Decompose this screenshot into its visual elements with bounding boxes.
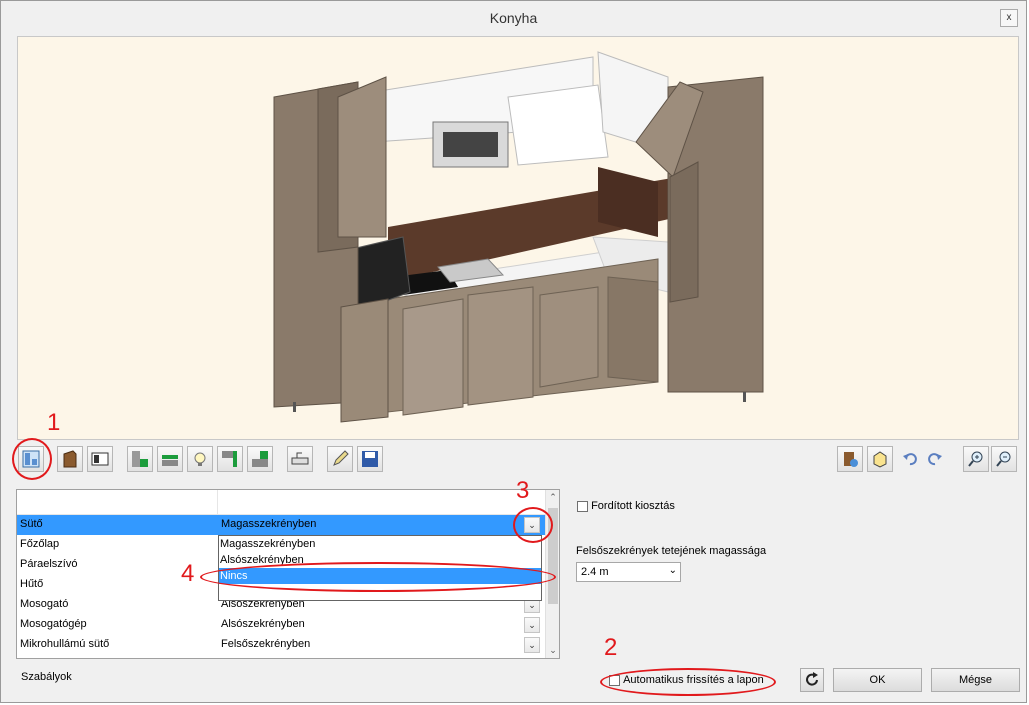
lower-door-1 xyxy=(402,298,464,416)
table-row-dishwasher[interactable]: Mosogatógép Alsószekrényben ⌄ xyxy=(17,615,545,635)
chevron-down-icon[interactable]: ⌄ xyxy=(524,637,540,653)
worktop-icon[interactable] xyxy=(127,446,153,472)
dropdown-option[interactable]: Magasszekrényben xyxy=(219,536,541,552)
undo-icon[interactable] xyxy=(897,446,923,472)
lower-door-3 xyxy=(539,286,599,388)
microwave-window xyxy=(443,132,498,157)
annotation-label: 3 xyxy=(516,477,530,504)
upper-height-value: 2.4 m xyxy=(581,566,609,578)
row-name: Hűtő xyxy=(20,578,44,590)
tall-cabinet-right-shelves xyxy=(669,161,699,303)
lower-door-corner xyxy=(607,276,659,383)
corner-panel-icon[interactable] xyxy=(217,446,243,472)
row-name: Sütő xyxy=(20,518,43,530)
cabinet-foot xyxy=(293,402,296,412)
light-icon[interactable] xyxy=(187,446,213,472)
annotation-ring xyxy=(513,507,553,543)
lower-door-2 xyxy=(467,286,534,406)
row-name: Főzőlap xyxy=(20,538,60,550)
annotation-label: 1 xyxy=(47,409,61,436)
scroll-up-icon[interactable]: ⌃ xyxy=(546,492,559,503)
table-header xyxy=(17,490,545,515)
pencil-icon[interactable] xyxy=(327,446,353,472)
row-value: Felsőszekrényben xyxy=(221,638,311,650)
sink-icon[interactable] xyxy=(287,446,313,472)
reverse-layout-checkbox[interactable] xyxy=(577,500,588,512)
reverse-layout-option[interactable]: Fordított kiosztás xyxy=(577,500,675,512)
scroll-down-icon[interactable]: ⌄ xyxy=(546,645,559,656)
annotation-label: 2 xyxy=(604,634,618,661)
tall-cabinet-left-door xyxy=(337,76,387,238)
l-panel-icon[interactable] xyxy=(247,446,273,472)
refresh-icon xyxy=(806,672,818,686)
annotation-ring xyxy=(12,438,52,480)
ok-button[interactable]: OK xyxy=(833,668,922,692)
annotation-label: 4 xyxy=(181,560,195,587)
row-name: Páraelszívó xyxy=(20,558,78,570)
kitchen-3d-preview[interactable] xyxy=(17,36,1019,440)
table-row-microwave[interactable]: Mikrohullámú sütő Felsőszekrényben ⌄ xyxy=(17,635,545,655)
plinth-icon[interactable] xyxy=(157,446,183,472)
table-row-oven[interactable]: Sütő Magasszekrényben ⌄ xyxy=(17,515,545,535)
toolbar xyxy=(15,444,1020,476)
front-panel-icon[interactable] xyxy=(87,446,113,472)
annotation-ring xyxy=(600,668,776,696)
zoom-out-icon[interactable] xyxy=(991,446,1017,472)
chevron-down-icon: ⌄ xyxy=(668,565,677,576)
row-name: Mosogatógép xyxy=(20,618,87,630)
upper-height-label: Felsőszekrények tetejének magassága xyxy=(576,545,767,557)
row-value: Magasszekrényben xyxy=(221,518,317,530)
furniture-edit-icon[interactable] xyxy=(837,446,863,472)
reverse-layout-label: Fordított kiosztás xyxy=(591,500,675,513)
cabinet-icon[interactable] xyxy=(57,446,83,472)
refresh-button[interactable] xyxy=(800,668,824,692)
title-bar: Konyha x xyxy=(1,1,1026,33)
cancel-button[interactable]: Mégse xyxy=(931,668,1020,692)
rules-label: Szabályok xyxy=(21,671,72,683)
zoom-in-icon[interactable] xyxy=(963,446,989,472)
box-view-icon[interactable] xyxy=(867,446,893,472)
chevron-down-icon[interactable]: ⌄ xyxy=(524,617,540,633)
save-icon[interactable] xyxy=(357,446,383,472)
window-title: Konyha xyxy=(489,10,538,26)
row-name: Mosogató xyxy=(20,598,69,610)
close-button[interactable]: x xyxy=(1000,9,1018,27)
annotation-ring xyxy=(200,562,556,592)
row-name: Mikrohullámú sütő xyxy=(20,638,110,650)
tall-cabinet-left-lower-door xyxy=(340,298,389,423)
row-value: Alsószekrényben xyxy=(221,618,305,630)
kitchen-render xyxy=(273,51,764,423)
upper-flap-door xyxy=(507,84,609,166)
upper-height-select[interactable]: 2.4 m ⌄ xyxy=(576,562,681,582)
cabinet-foot xyxy=(743,392,746,402)
dialog-window: Konyha x Sütő Magasszekrényben ⌄ Főzőlap… xyxy=(0,0,1027,703)
redo-icon[interactable] xyxy=(922,446,948,472)
